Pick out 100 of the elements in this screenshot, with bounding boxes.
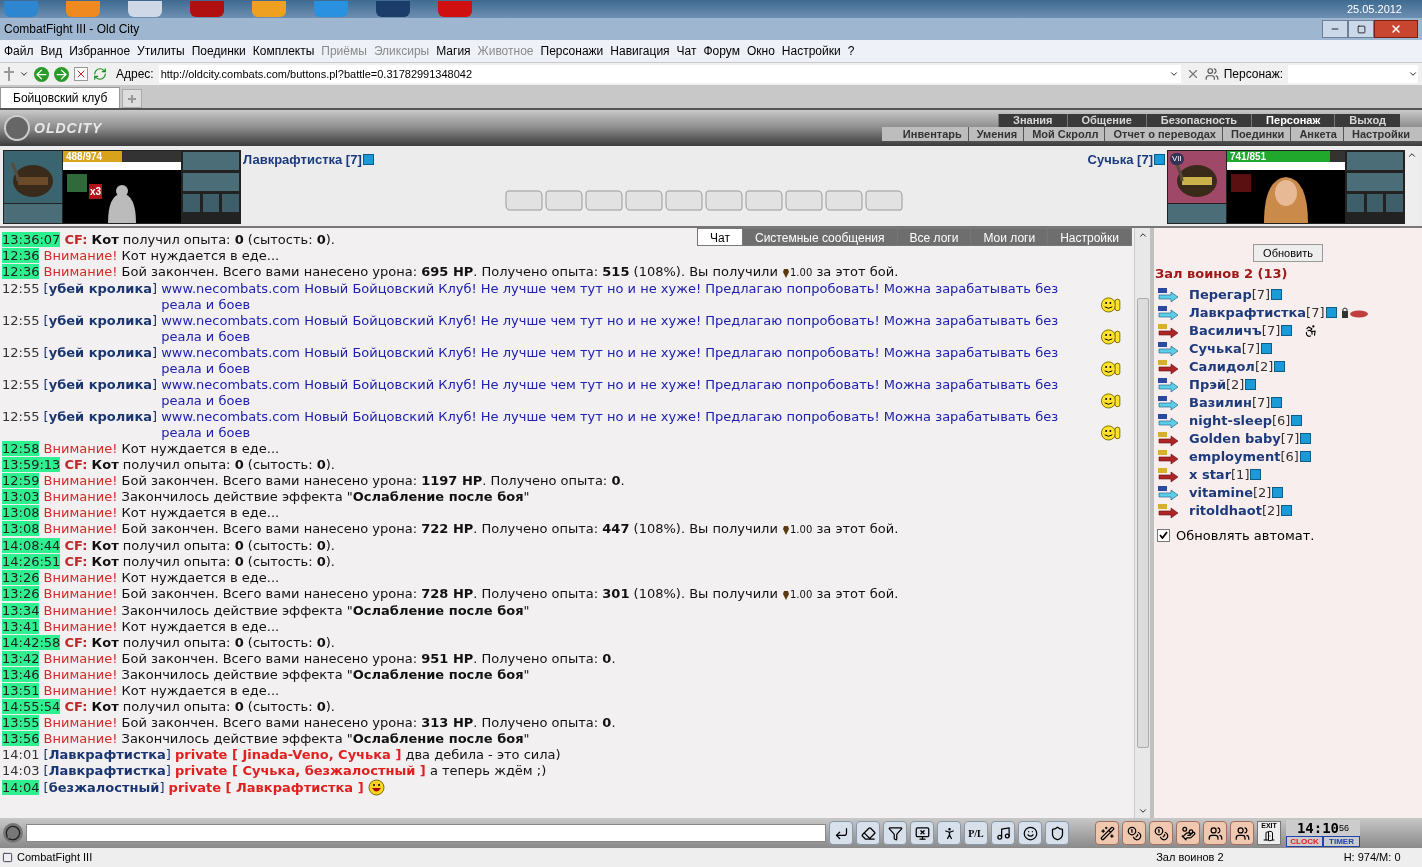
menu-item[interactable]: Утилиты [137,42,185,60]
toolbar-button[interactable] [937,821,961,845]
toolbar-button[interactable] [1203,821,1227,845]
sender-name[interactable]: [убей кролика] [43,345,158,360]
fighter-name[interactable]: Лавкрафтистка [7] [243,150,362,170]
menu-item[interactable]: Навигация [610,42,670,60]
pl-button[interactable]: P/L [964,821,988,845]
toolbar-button[interactable] [910,821,934,845]
player-name[interactable]: Сучька [1189,338,1242,359]
info-icon[interactable] [1281,325,1293,336]
dropdown-icon[interactable] [1408,69,1418,79]
auto-refresh-checkbox[interactable] [1157,528,1170,542]
fighter-name[interactable]: Сучька [7] [1087,150,1153,170]
info-icon[interactable] [1261,343,1273,354]
item-slot[interactable] [1365,193,1385,213]
menu-item[interactable]: Комплекты [252,42,315,60]
toolbar-button[interactable] [1122,821,1146,845]
nav-tab[interactable]: Выход [1334,114,1400,127]
new-tab-button[interactable] [122,89,143,108]
info-icon[interactable] [1271,397,1283,408]
subnav-link[interactable]: Поединки [1230,127,1292,141]
toolbar-button[interactable] [883,821,907,845]
menu-item[interactable]: Магия [436,42,471,60]
toolbar-button[interactable] [1176,821,1200,845]
refresh-icon[interactable] [93,67,107,81]
chat-tab[interactable]: Мои логи [970,228,1049,246]
nav-tab[interactable]: Знания [998,114,1067,127]
item-slot[interactable] [1346,172,1404,192]
menu-item[interactable]: ? [847,42,855,60]
menu-item[interactable]: Форум [703,42,740,60]
menu-item[interactable]: Поединки [191,42,246,60]
subnav-link[interactable]: Умения [976,127,1025,141]
subnav-link[interactable]: Настройки [1351,127,1416,141]
scrollbar[interactable] [1134,228,1150,818]
toolbar-button[interactable] [829,821,853,845]
timer-tab[interactable]: TIMER [1323,835,1360,847]
address-field[interactable]: http://oldcity.combats.com/buttons.pl?battle=0.31782991348042 [158,65,1181,83]
menu-item[interactable]: Окно [746,42,775,60]
toolbar-button[interactable] [1018,821,1042,845]
player-name[interactable]: Салидол [1189,356,1255,377]
menu-item[interactable]: Персонажи [540,42,604,60]
back-icon[interactable] [34,66,49,82]
info-icon[interactable] [1154,154,1165,166]
menu-item[interactable]: Чат [676,42,697,60]
info-icon[interactable] [1281,505,1293,516]
private-recipients[interactable]: private [ Сучька, безжалостный ] [175,763,426,778]
player-name[interactable]: Прэй [1189,374,1226,395]
sender-name[interactable]: [убей кролика] [43,281,158,296]
helmet-slot[interactable] [4,151,62,203]
item-slot[interactable] [182,193,201,213]
maximize-button[interactable] [1348,20,1374,38]
sender-name[interactable]: [убей кролика] [43,313,158,328]
taskbar-app-icon[interactable] [376,1,410,17]
forward-icon[interactable] [54,66,69,82]
scroll-up-icon[interactable] [1407,150,1417,160]
scroll-up-icon[interactable] [1137,230,1148,240]
player-name[interactable]: x star [1189,464,1232,485]
scroll-down-icon[interactable] [1137,806,1148,816]
player-name[interactable]: vitamine [1189,482,1253,503]
chat-tab[interactable]: Все логи [896,228,972,246]
chat-input[interactable] [26,824,826,842]
close-button[interactable] [1374,20,1418,38]
info-icon[interactable] [1245,379,1257,390]
helmet-slot[interactable]: VII [1168,151,1226,203]
info-icon[interactable] [1325,307,1337,318]
nav-tab[interactable]: Общение [1066,114,1146,127]
menu-item[interactable]: Настройки [781,42,841,60]
player-name[interactable]: night-sleep [1189,410,1272,431]
toolbar-button[interactable] [991,821,1015,845]
browser-tab[interactable]: Бойцовский клуб [0,87,121,108]
people-icon[interactable] [1204,67,1219,81]
minimize-button[interactable] [1322,20,1348,38]
menu-item[interactable]: Вид [40,42,63,60]
player-name[interactable]: ritoldhaot [1189,500,1262,521]
nav-tab[interactable]: Персонаж [1251,114,1335,127]
nav-tab[interactable]: Безопасность [1145,114,1252,127]
info-icon[interactable] [1250,469,1262,480]
subnav-link[interactable]: Инвентарь [902,127,969,141]
subnav-link[interactable]: Мой Скролл [1032,127,1106,141]
sender-name[interactable]: [безжалостный] [43,780,165,795]
item-slot[interactable] [182,172,240,192]
private-recipients[interactable]: private [ Jinada-Veno, Сучька ] [175,747,402,762]
sender-name[interactable]: [Лавкрафтистка] [43,763,171,778]
dropdown-icon[interactable] [19,69,29,79]
item-slot[interactable] [201,193,221,213]
chat-tab[interactable]: Настройки [1047,228,1132,246]
toolbar-button[interactable] [856,821,880,845]
sender-name[interactable]: [убей кролика] [43,409,158,424]
taskbar-app-icon[interactable] [128,1,162,17]
sender-name[interactable]: [убей кролика] [43,377,158,392]
toolbar-button[interactable] [1045,821,1069,845]
chat-tab[interactable]: Системные сообщения [742,228,898,246]
stop-icon[interactable] [74,67,88,81]
item-slot[interactable] [221,193,240,213]
private-recipients[interactable]: private [ Лавкрафтистка ] [168,780,364,795]
item-slot[interactable] [1385,193,1404,213]
player-name[interactable]: Перегар [1189,284,1252,305]
refresh-button[interactable]: Обновить [1253,244,1323,262]
toolbar-button[interactable] [1095,821,1119,845]
sender-name[interactable]: [Лавкрафтистка] [43,747,171,762]
